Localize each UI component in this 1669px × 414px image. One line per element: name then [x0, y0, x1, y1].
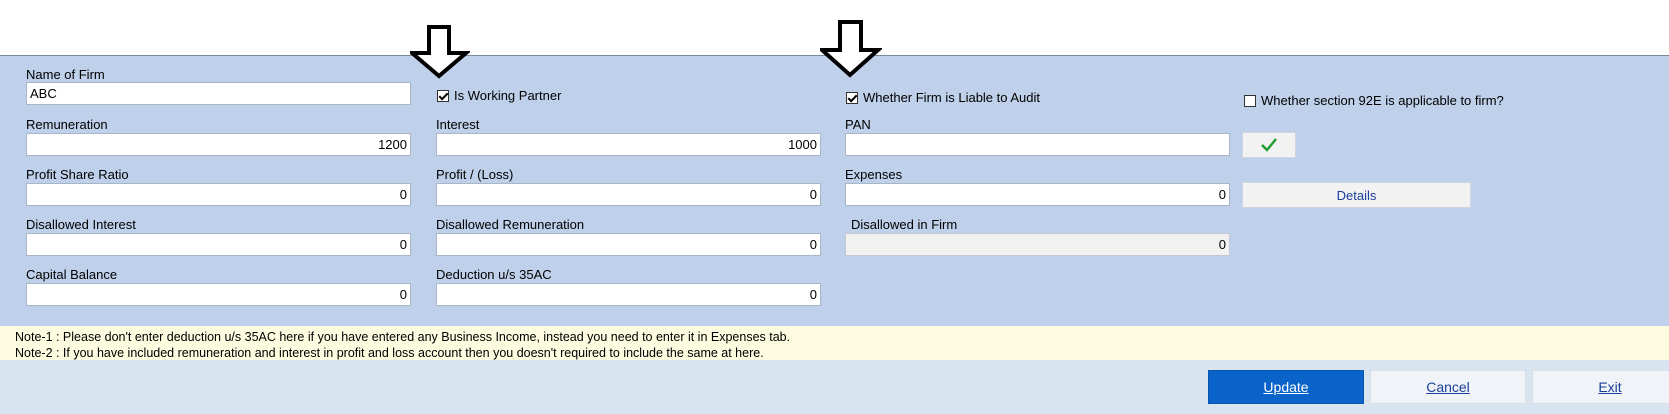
name-of-firm-label: Name of Firm — [26, 67, 105, 82]
profit-share-ratio-input[interactable]: 0 — [26, 183, 411, 206]
disallowed-remuneration-input[interactable]: 0 — [436, 233, 821, 256]
checkbox-unchecked-icon — [1244, 94, 1256, 107]
deduction-35ac-label: Deduction u/s 35AC — [436, 267, 552, 282]
exit-button[interactable]: Exit — [1532, 370, 1669, 404]
remuneration-input[interactable]: 1200 — [26, 133, 411, 156]
expenses-label: Expenses — [845, 167, 903, 182]
capital-balance-label: Capital Balance — [26, 267, 118, 282]
profit-loss-input[interactable]: 0 — [436, 183, 821, 206]
details-button[interactable]: Details — [1242, 182, 1471, 208]
interest-input[interactable]: 1000 — [436, 133, 821, 156]
pan-input[interactable] — [845, 133, 1230, 156]
liable-to-audit-label: Whether Firm is Liable to Audit — [863, 90, 1041, 105]
verify-pan-button[interactable] — [1242, 132, 1296, 158]
profit-share-ratio-label: Profit Share Ratio — [26, 167, 129, 182]
checkmark-icon — [1261, 138, 1277, 152]
cancel-button[interactable]: Cancel — [1370, 370, 1526, 404]
down-arrow-icon — [820, 20, 882, 78]
capital-balance-input[interactable]: 0 — [26, 283, 411, 306]
disallowed-remuneration-label: Disallowed Remuneration — [436, 217, 585, 232]
liable-to-audit-checkbox[interactable]: Whether Firm is Liable to Audit — [846, 90, 1040, 105]
note-1: Note-1 : Please don't enter deduction u/… — [15, 330, 791, 344]
section-92e-checkbox[interactable]: Whether section 92E is applicable to fir… — [1244, 93, 1504, 108]
expenses-input[interactable]: 0 — [845, 183, 1230, 206]
deduction-35ac-input[interactable]: 0 — [436, 283, 821, 306]
interest-label: Interest — [436, 117, 480, 132]
pan-label: PAN — [845, 117, 871, 132]
disallowed-in-firm-label: Disallowed in Firm — [851, 217, 958, 232]
checkbox-checked-icon — [846, 91, 858, 104]
update-button[interactable]: Update — [1208, 370, 1364, 404]
is-working-partner-label: Is Working Partner — [454, 88, 562, 103]
disallowed-in-firm-field: 0 — [845, 233, 1230, 256]
profit-loss-label: Profit / (Loss) — [436, 167, 514, 182]
down-arrow-icon — [410, 25, 470, 79]
disallowed-interest-input[interactable]: 0 — [26, 233, 411, 256]
name-of-firm-input[interactable]: ABC — [26, 82, 411, 105]
is-working-partner-checkbox[interactable]: Is Working Partner — [437, 88, 561, 103]
checkbox-checked-icon — [437, 89, 449, 102]
disallowed-interest-label: Disallowed Interest — [26, 217, 136, 232]
section-92e-label: Whether section 92E is applicable to fir… — [1261, 93, 1504, 108]
remuneration-label: Remuneration — [26, 117, 108, 132]
note-2: Note-2 : If you have included remunerati… — [15, 346, 764, 360]
